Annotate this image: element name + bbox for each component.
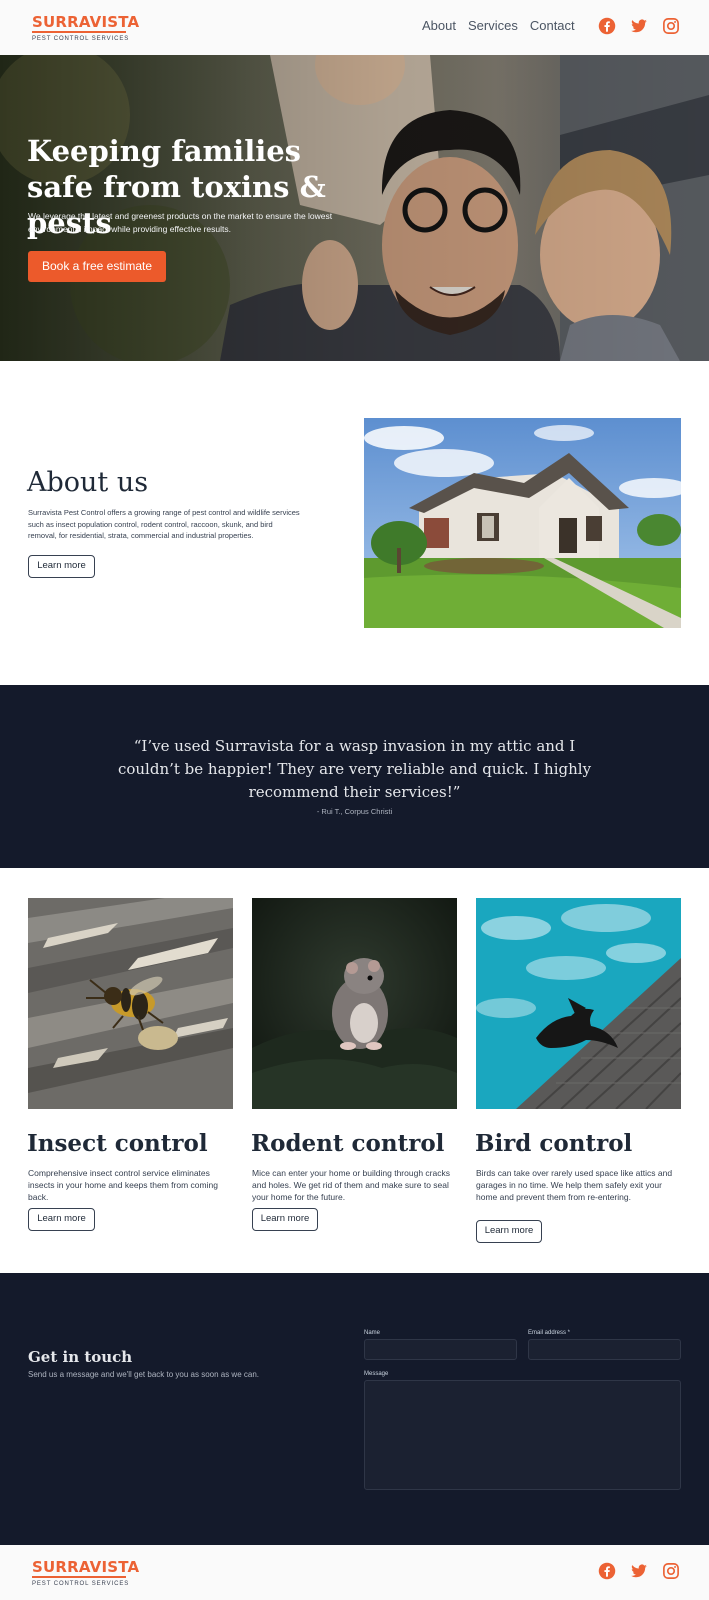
insect-control-title: Insect control [27, 1130, 208, 1157]
contact-section: Get in touch Send us a message and we'll… [0, 1273, 709, 1545]
about-description: Surravista Pest Control offers a growing… [28, 508, 300, 540]
header-social-links [598, 17, 680, 35]
contact-title: Get in touch [28, 1348, 133, 1366]
message-textarea[interactable] [364, 1380, 681, 1490]
nav-link-about[interactable]: About [422, 18, 456, 33]
message-label: Message [364, 1371, 389, 1377]
about-title: About us [27, 467, 149, 498]
footer-logo-underline [32, 1576, 126, 1578]
logo-underline [32, 31, 126, 33]
name-label: Name [364, 1330, 381, 1336]
email-input[interactable] [528, 1339, 681, 1360]
insect-learn-more-button[interactable]: Learn more [28, 1208, 95, 1231]
hero-description: We leverage the latest and greenest prod… [28, 211, 333, 234]
bird-control-title: Bird control [475, 1130, 633, 1157]
facebook-icon[interactable] [598, 17, 616, 35]
insect-control-description: Comprehensive insect control service eli… [28, 1168, 218, 1202]
bird-service-image [476, 898, 681, 1109]
rodent-control-description: Mice can enter your home or building thr… [252, 1168, 450, 1202]
brand-logo[interactable]: SURRAVISTA PEST CONTROL SERVICES [32, 13, 140, 42]
email-label: Email address * [528, 1330, 571, 1336]
twitter-icon[interactable] [630, 17, 648, 35]
name-input[interactable] [364, 1339, 517, 1360]
site-header: SURRAVISTA PEST CONTROL SERVICES About S… [0, 0, 709, 55]
main-nav: About Services Contact [422, 18, 575, 33]
rodent-learn-more-button[interactable]: Learn more [252, 1208, 318, 1231]
bird-learn-more-button[interactable]: Learn more [476, 1220, 542, 1243]
rodent-control-title: Rodent control [251, 1130, 445, 1157]
testimonial-quote: “I’ve used Surravista for a wasp invasio… [117, 737, 592, 801]
nav-link-services[interactable]: Services [468, 18, 518, 33]
twitter-icon[interactable] [630, 1562, 648, 1580]
footer-brand-logo[interactable]: SURRAVISTA PEST CONTROL SERVICES [32, 1558, 140, 1587]
insect-service-image [28, 898, 233, 1109]
book-estimate-button[interactable]: Book a free estimate [28, 251, 166, 282]
about-house-image [364, 418, 681, 628]
footer-social-links [598, 1562, 680, 1580]
facebook-icon[interactable] [598, 1562, 616, 1580]
footer-logo-tagline: PEST CONTROL SERVICES [32, 1581, 130, 1587]
hero-section: Keeping families safe from toxins & pest… [0, 55, 709, 361]
site-footer: SURRAVISTA PEST CONTROL SERVICES [0, 1545, 709, 1600]
logo-tagline: PEST CONTROL SERVICES [32, 36, 130, 42]
contact-description: Send us a message and we'll get back to … [28, 1370, 259, 1379]
about-learn-more-button[interactable]: Learn more [28, 555, 95, 578]
bird-control-description: Birds can take over rarely used space li… [476, 1168, 673, 1202]
instagram-icon[interactable] [662, 17, 680, 35]
instagram-icon[interactable] [662, 1562, 680, 1580]
footer-logo-wordmark: SURRAVISTA [32, 1558, 140, 1576]
rodent-service-image [252, 898, 457, 1109]
nav-link-contact[interactable]: Contact [530, 18, 575, 33]
logo-wordmark: SURRAVISTA [32, 13, 140, 31]
testimonial-section: “I’ve used Surravista for a wasp invasio… [0, 685, 709, 868]
testimonial-author: - Rui T., Corpus Christi [316, 807, 393, 816]
